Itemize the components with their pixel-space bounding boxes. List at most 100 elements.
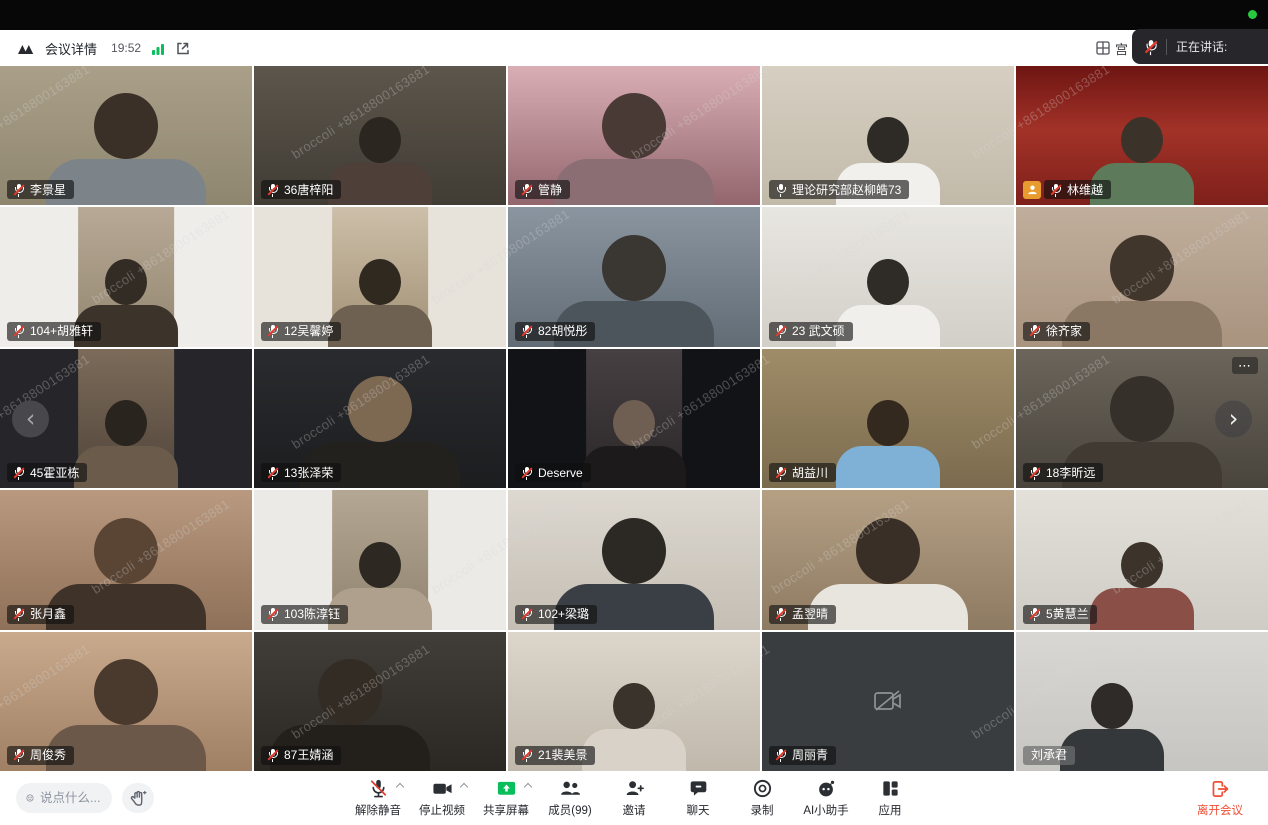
participant-tile[interactable]: 82胡悦彤	[508, 207, 760, 346]
participant-name: 周丽青	[792, 748, 828, 762]
participant-name: 12吴馨婷	[284, 324, 333, 338]
mic-muted-icon	[774, 325, 787, 338]
mic-muted-icon	[266, 183, 279, 196]
participant-label: 周俊秀	[7, 746, 74, 765]
participant-tile[interactable]: 12吴馨婷	[254, 207, 506, 346]
participant-name: 刘承君	[1031, 748, 1067, 762]
participant-tile[interactable]: 13张泽荣	[254, 349, 506, 488]
participant-label: 87王婧涵	[261, 746, 341, 765]
participant-label: 18李昕远	[1023, 463, 1103, 482]
camera-icon	[432, 778, 453, 799]
toolbar-buttons: 解除静音 停止视频 共享屏幕	[350, 771, 918, 825]
chat-button[interactable]: 聊天	[670, 774, 726, 822]
chat-input[interactable]	[40, 791, 102, 805]
participant-name: 82胡悦彤	[538, 324, 587, 338]
button-label: 聊天	[687, 802, 710, 818]
participant-name: 管静	[538, 183, 562, 197]
mic-muted-icon	[1028, 325, 1041, 338]
participant-tile[interactable]: 林维越	[1016, 66, 1268, 205]
open-in-new-icon[interactable]	[175, 41, 190, 56]
participant-name: 103陈淳钰	[284, 607, 340, 621]
members-button[interactable]: 成员(99)	[542, 774, 598, 822]
participant-tile[interactable]: 87王婧涵	[254, 632, 506, 771]
participant-tile[interactable]: 李景星	[0, 66, 252, 205]
participant-name: 87王婧涵	[284, 748, 333, 762]
mic-muted-icon	[774, 608, 787, 621]
next-page-button[interactable]: ›	[1215, 400, 1252, 437]
participant-label: 理论研究部赵柳皓73	[769, 180, 909, 199]
participant-tile[interactable]: 胡益川	[762, 349, 1014, 488]
mic-muted-icon	[774, 466, 787, 479]
participant-label: 管静	[515, 180, 570, 199]
participant-label: 林维越	[1044, 180, 1111, 199]
participant-tile[interactable]: 孟翌晴	[762, 490, 1014, 629]
tile-more-button[interactable]: ⋯	[1232, 357, 1258, 374]
participant-name: 23 武文硕	[792, 324, 845, 338]
chevron-up-icon[interactable]	[461, 782, 468, 789]
apps-icon	[880, 778, 901, 799]
participant-video	[78, 349, 174, 488]
participant-tile[interactable]: 23 武文硕	[762, 207, 1014, 346]
participant-label: 刘承君	[1023, 746, 1075, 765]
mic-muted-icon	[12, 325, 25, 338]
share-screen-button[interactable]: 共享屏幕	[478, 774, 534, 822]
participant-name: 102+梁璐	[538, 607, 589, 621]
participant-name: 胡益川	[792, 466, 828, 480]
ai-assistant-button[interactable]: AI小助手	[798, 774, 854, 822]
mic-muted-icon	[520, 325, 533, 338]
apps-button[interactable]: 应用	[862, 774, 918, 822]
participant-video	[586, 349, 682, 488]
participant-name: 林维越	[1067, 183, 1103, 197]
meeting-details-link[interactable]: 会议详情	[45, 39, 97, 58]
mic-muted-icon	[774, 749, 787, 762]
leave-meeting-icon	[1210, 779, 1230, 799]
leave-meeting-button[interactable]: 离开会议	[1190, 774, 1250, 822]
chevron-up-icon[interactable]	[525, 782, 532, 789]
participant-tile[interactable]: 104+胡雅轩	[0, 207, 252, 346]
prev-page-button[interactable]: ‹	[12, 400, 49, 437]
participant-label: 36唐梓阳	[261, 180, 341, 199]
button-label: 成员(99)	[548, 802, 591, 818]
unmute-button[interactable]: 解除静音	[350, 774, 406, 822]
participant-name: 李景星	[30, 183, 66, 197]
invite-button[interactable]: 邀请	[606, 774, 662, 822]
members-icon	[559, 778, 581, 799]
participant-tile[interactable]: 102+梁璐	[508, 490, 760, 629]
participant-video	[332, 207, 428, 346]
participant-name: 5黄慧兰	[1046, 607, 1089, 621]
participant-tile[interactable]: 周俊秀	[0, 632, 252, 771]
participant-name: 徐齐家	[1046, 324, 1082, 338]
mic-on-icon	[774, 183, 787, 196]
participant-tile[interactable]: 理论研究部赵柳皓73	[762, 66, 1014, 205]
grid-view-button[interactable]: 宫	[1096, 30, 1128, 66]
participant-tile[interactable]: 徐齐家	[1016, 207, 1268, 346]
record-button[interactable]: 录制	[734, 774, 790, 822]
participant-label: 张月鑫	[7, 605, 74, 624]
participant-tile[interactable]: 103陈淳钰	[254, 490, 506, 629]
participant-name: 周俊秀	[30, 748, 66, 762]
participant-tile[interactable]: 21裴美景	[508, 632, 760, 771]
participant-tile[interactable]: Deserve	[508, 349, 760, 488]
participant-label: 21裴美景	[515, 746, 595, 765]
chevron-up-icon[interactable]	[397, 782, 404, 789]
participant-label: 李景星	[7, 180, 74, 199]
mic-muted-icon	[1049, 183, 1062, 196]
raise-hand-button[interactable]	[122, 783, 154, 813]
host-badge-icon	[1023, 181, 1041, 199]
record-icon	[752, 778, 773, 799]
speaking-indicator[interactable]: 正在讲话:	[1132, 29, 1268, 64]
network-signal-icon[interactable]	[151, 42, 165, 55]
participant-name: 36唐梓阳	[284, 183, 333, 197]
quick-chat-pill[interactable]	[16, 783, 112, 813]
share-screen-icon	[496, 778, 517, 799]
stop-video-button[interactable]: 停止视频	[414, 774, 470, 822]
participant-tile[interactable]: 5黄慧兰	[1016, 490, 1268, 629]
participant-tile[interactable]: 周丽青	[762, 632, 1014, 771]
participant-label: 23 武文硕	[769, 322, 853, 341]
participant-tile[interactable]: 管静	[508, 66, 760, 205]
participant-tile[interactable]: 张月鑫	[0, 490, 252, 629]
ai-assistant-icon	[816, 778, 837, 799]
emoji-icon	[26, 790, 34, 806]
participant-tile[interactable]: 刘承君	[1016, 632, 1268, 771]
participant-tile[interactable]: 36唐梓阳	[254, 66, 506, 205]
